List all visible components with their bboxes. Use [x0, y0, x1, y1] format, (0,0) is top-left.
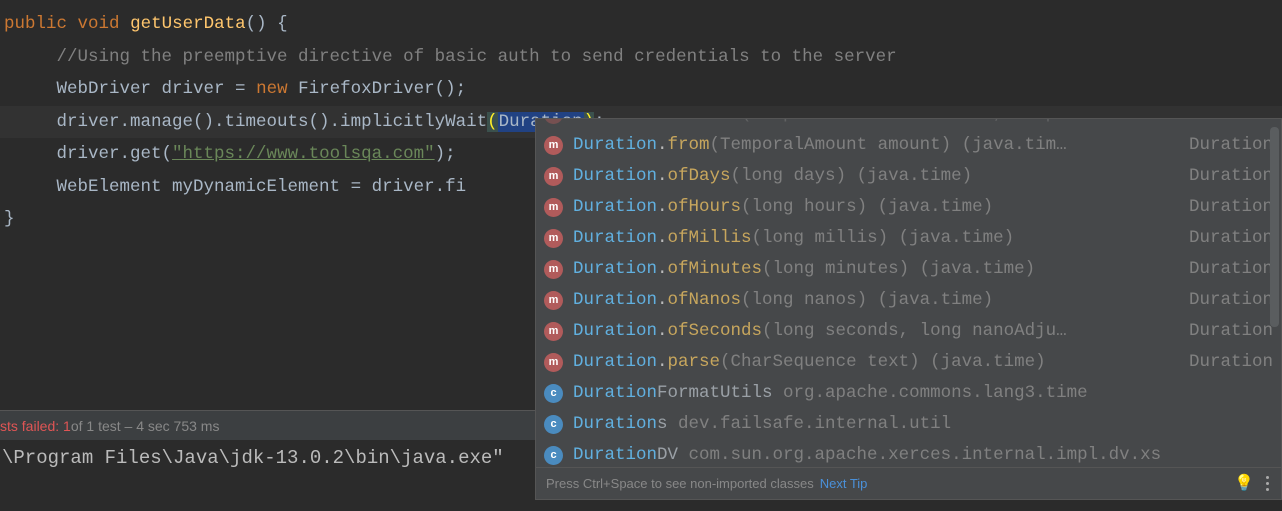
completion-item-label: Duration.from(TemporalAmount amount) (ja… — [573, 130, 1067, 161]
method-icon: m — [544, 119, 563, 124]
completion-popup[interactable]: m Duration.between(Temporal startInclusiv… — [535, 118, 1282, 500]
code-line: WebDriver driver = new FirefoxDriver(); — [0, 73, 1282, 106]
completion-item[interactable]: m Duration.ofDays(long days) (java.time) D… — [536, 161, 1281, 192]
completion-item-label: Duration.ofDays(long days) (java.time) — [573, 161, 972, 192]
method-icon: m — [544, 229, 563, 248]
method-icon: m — [544, 198, 563, 217]
completion-item-label: Durations dev.failsafe.internal.util — [573, 409, 951, 440]
tests-failed-label: sts failed: — [0, 418, 63, 434]
completion-hint: Press Ctrl+Space to see non-imported cla… — [546, 468, 814, 499]
class-icon: c — [544, 384, 563, 403]
completion-item[interactable]: c Durations dev.failsafe.internal.util — [536, 409, 1281, 440]
bulb-icon[interactable]: 💡 — [1234, 468, 1254, 499]
completion-item[interactable]: c DurationFormatUtils org.apache.commons.… — [536, 378, 1281, 409]
code-line: public void getUserData() { — [0, 8, 1282, 41]
completion-return-type: Duration — [1179, 119, 1273, 130]
method-icon: m — [544, 322, 563, 341]
completion-return-type: Duration — [1179, 223, 1273, 254]
class-icon: c — [544, 415, 563, 434]
completion-item[interactable]: m Duration.ofHours(long hours) (java.time… — [536, 192, 1281, 223]
completion-footer: Press Ctrl+Space to see non-imported cla… — [536, 467, 1281, 499]
completion-return-type: Duration — [1179, 161, 1273, 192]
popup-scrollbar[interactable] — [1270, 127, 1279, 459]
completion-list[interactable]: m Duration.between(Temporal startInclusiv… — [536, 119, 1281, 467]
completion-return-type: Duration — [1179, 316, 1273, 347]
code-line: //Using the preemptive directive of basi… — [0, 41, 1282, 74]
completion-return-type: Duration — [1179, 285, 1273, 316]
more-icon[interactable] — [1264, 474, 1271, 493]
completion-item-label: DurationFormatUtils org.apache.commons.l… — [573, 378, 1088, 409]
completion-item[interactable]: m Duration.between(Temporal startInclusiv… — [536, 119, 1281, 130]
tests-summary: of 1 test – 4 sec 753 ms — [71, 418, 220, 434]
completion-item-label: DurationDV com.sun.org.apache.xerces.int… — [573, 440, 1161, 467]
next-tip-link[interactable]: Next Tip — [820, 468, 868, 499]
completion-item-label: Duration.between(Temporal startInclusive… — [573, 119, 1067, 130]
method-icon: m — [544, 136, 563, 155]
method-icon: m — [544, 260, 563, 279]
completion-return-type: Duration — [1179, 130, 1273, 161]
completion-return-type: Duration — [1179, 192, 1273, 223]
completion-item[interactable]: m Duration.from(TemporalAmount amount) (j… — [536, 130, 1281, 161]
completion-return-type: Duration — [1179, 347, 1273, 378]
class-icon: c — [544, 446, 563, 465]
completion-return-type: Duration — [1179, 254, 1273, 285]
completion-item[interactable]: c DurationDV com.sun.org.apache.xerces.in… — [536, 440, 1281, 467]
completion-item-label: Duration.ofNanos(long nanos) (java.time) — [573, 285, 993, 316]
completion-item[interactable]: m Duration.ofMinutes(long minutes) (java.… — [536, 254, 1281, 285]
tests-failed-count: 1 — [63, 418, 71, 434]
completion-item-label: Duration.parse(CharSequence text) (java.… — [573, 347, 1046, 378]
completion-item[interactable]: m Duration.ofMillis(long millis) (java.ti… — [536, 223, 1281, 254]
method-icon: m — [544, 291, 563, 310]
completion-item[interactable]: m Duration.parse(CharSequence text) (java… — [536, 347, 1281, 378]
method-icon: m — [544, 167, 563, 186]
completion-item-label: Duration.ofHours(long hours) (java.time) — [573, 192, 993, 223]
completion-item-label: Duration.ofMillis(long millis) (java.tim… — [573, 223, 1014, 254]
completion-item-label: Duration.ofSeconds(long seconds, long na… — [573, 316, 1067, 347]
completion-item[interactable]: m Duration.ofSeconds(long seconds, long n… — [536, 316, 1281, 347]
method-icon: m — [544, 353, 563, 372]
completion-item[interactable]: m Duration.ofNanos(long nanos) (java.time… — [536, 285, 1281, 316]
completion-item-label: Duration.ofMinutes(long minutes) (java.t… — [573, 254, 1035, 285]
